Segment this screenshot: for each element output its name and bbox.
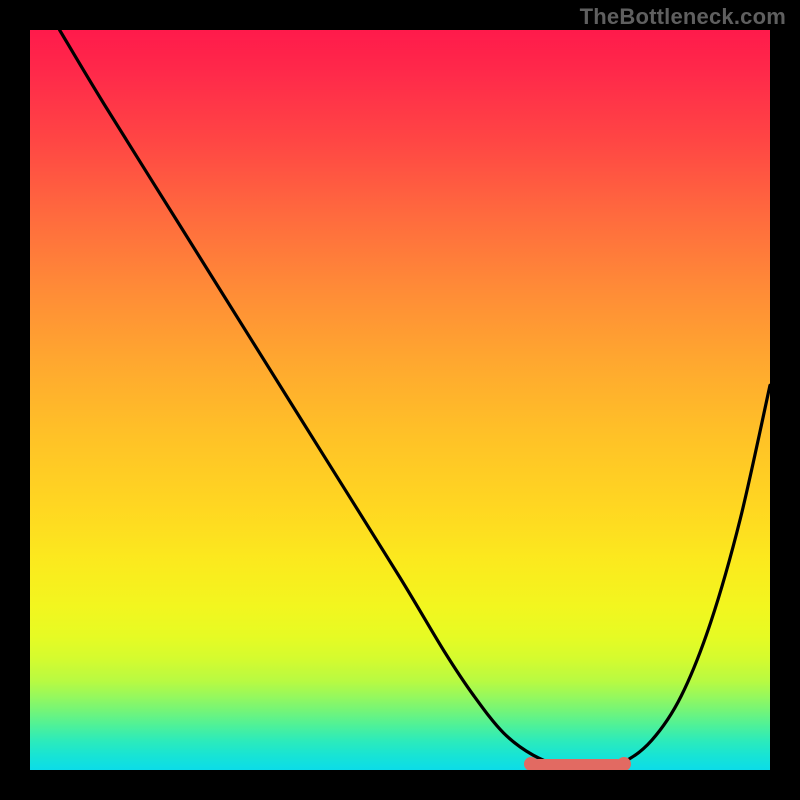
optimal-region-right-dot	[617, 757, 631, 770]
optimal-region-left-dot	[524, 757, 538, 770]
curve-layer	[30, 30, 770, 770]
bottleneck-curve-path	[60, 30, 770, 767]
plot-area	[30, 30, 770, 770]
optimal-region-highlight	[531, 759, 624, 770]
watermark-text: TheBottleneck.com	[580, 4, 786, 30]
chart-frame: TheBottleneck.com	[0, 0, 800, 800]
